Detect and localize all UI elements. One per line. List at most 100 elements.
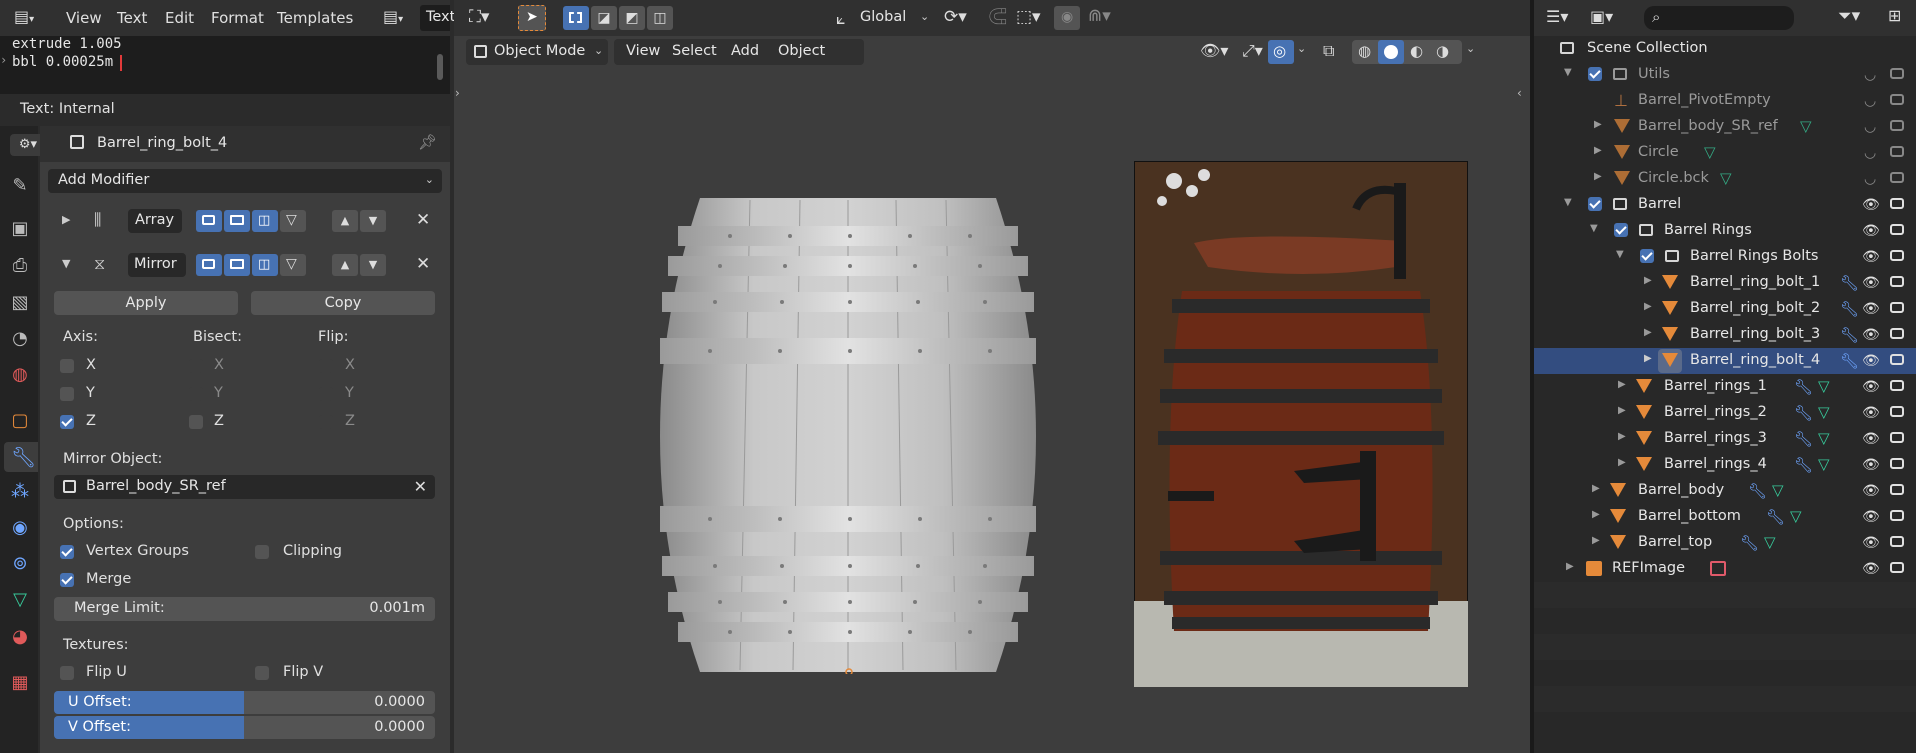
modifier-wrench-icon[interactable]: 🔧︎ (1840, 274, 1859, 292)
eye-icon[interactable]: 👁︎ (1862, 509, 1880, 525)
eye-icon[interactable]: 👁︎ (1862, 249, 1880, 265)
camera-icon[interactable] (1890, 354, 1904, 365)
mirror-move-down[interactable]: ▼ (360, 254, 386, 276)
tab-view-layer[interactable]: ▧ (8, 292, 32, 316)
expand-arrow-icon[interactable]: ▶ (1618, 431, 1626, 442)
proportional-edit-toggle[interactable]: ◉ (1054, 6, 1080, 30)
exclude-checkbox[interactable] (1640, 249, 1654, 263)
tab-object[interactable]: ▢ (8, 410, 32, 434)
menu-templates[interactable]: Templates (277, 0, 353, 36)
material-shading-icon[interactable]: ◐ (1410, 42, 1423, 60)
outliner-item-barrel-ring-bolt-2[interactable]: ▶ Barrel_ring_bolt_2 🔧︎ 👁︎ (1534, 296, 1916, 322)
snap-icon[interactable]: 🧲︎ (987, 7, 1009, 27)
outliner-type-icon[interactable]: ☰▾ (1546, 7, 1568, 26)
outliner-item-barrel-rings-3[interactable]: ▶ Barrel_rings_3 🔧︎ ▽ 👁︎ (1534, 426, 1916, 452)
tab-render[interactable]: ▣ (8, 218, 32, 242)
bisect-x-checkbox[interactable] (189, 359, 203, 373)
camera-icon[interactable] (1890, 250, 1904, 261)
modifier-wrench-icon[interactable]: 🔧︎ (1794, 404, 1813, 422)
eye-icon[interactable]: 👁︎ (1862, 275, 1880, 291)
outliner-item-refimage[interactable]: ▶ REFImage 👁︎ (1534, 556, 1916, 582)
outliner-item-barrel-body[interactable]: ▶ Barrel_body 🔧︎ ▽ 👁︎ (1534, 478, 1916, 504)
reference-image[interactable] (1134, 161, 1468, 687)
collapse-arrow-icon[interactable]: ▼ (62, 257, 70, 270)
eye-icon[interactable]: 👁︎ (1862, 223, 1880, 239)
select-mode-extend[interactable]: ◪ (591, 6, 617, 30)
axis-y-checkbox[interactable] (60, 387, 74, 401)
outliner-item-barrel-body-sr-ref[interactable]: ▶ Barrel_body_SR_ref ▽ ◡ (1534, 114, 1916, 140)
outliner-item-barrel-rings-bolts[interactable]: ▼ Barrel Rings Bolts 👁︎ (1534, 244, 1916, 270)
tab-tool[interactable]: ✎ (8, 175, 32, 199)
text-datablock-icon[interactable]: ▤▾ (383, 8, 417, 28)
camera-icon[interactable] (1890, 536, 1904, 547)
select-mode-intersect[interactable]: ◫ (647, 6, 673, 30)
camera-icon[interactable] (1890, 198, 1904, 209)
modifier-wrench-icon[interactable]: 🔧︎ (1748, 482, 1767, 500)
hidden-eye-icon[interactable]: ◡ (1864, 171, 1876, 187)
outliner-item-utils[interactable]: ▼ Utils ◡ (1534, 62, 1916, 88)
eye-icon[interactable]: 👁︎ (1862, 457, 1880, 473)
u-offset-slider[interactable]: U Offset: 0.0000 (54, 691, 435, 714)
camera-icon[interactable] (1890, 302, 1904, 313)
outliner-item-barrel-rings-2[interactable]: ▶ Barrel_rings_2 🔧︎ ▽ 👁︎ (1534, 400, 1916, 426)
v-offset-slider[interactable]: V Offset: 0.0000 (54, 716, 435, 739)
mesh-data-icon[interactable]: ▽ (1772, 481, 1784, 499)
expand-arrow-icon[interactable]: ▶ (1618, 405, 1626, 416)
array-move-down[interactable]: ▼ (360, 210, 386, 232)
expand-arrow-icon[interactable]: ▼ (1564, 67, 1572, 78)
array-editmode-toggle[interactable]: ◫ (252, 210, 278, 232)
new-collection-icon[interactable]: ⊞ (1888, 6, 1901, 25)
exclude-checkbox[interactable] (1614, 223, 1628, 237)
mirror-editmode-toggle[interactable]: ◫ (252, 254, 278, 276)
outliner-scene-collection[interactable]: Scene Collection (1534, 36, 1916, 62)
mirror-cage-toggle[interactable]: ▽ (280, 254, 306, 276)
clear-icon[interactable]: ✕ (414, 477, 427, 496)
hidden-eye-icon[interactable]: ◡ (1864, 93, 1876, 109)
modifier-wrench-icon[interactable]: 🔧︎ (1840, 352, 1859, 370)
expand-arrow-icon[interactable]: ▶ (1644, 301, 1652, 312)
copy-button[interactable]: Copy (251, 291, 435, 315)
camera-icon[interactable] (1890, 510, 1904, 521)
outliner-item-barrel-rings[interactable]: ▼ Barrel Rings 👁︎ (1534, 218, 1916, 244)
bisect-z-checkbox[interactable] (189, 415, 203, 429)
chevron-down-icon[interactable]: ⌄ (1297, 42, 1306, 55)
mesh-data-icon[interactable]: ▽ (1704, 143, 1716, 161)
camera-icon[interactable] (1890, 224, 1904, 235)
menu-text[interactable]: Text (117, 0, 147, 36)
expand-arrow-icon[interactable]: ▶ (1594, 171, 1602, 182)
transform-orientation-dropdown[interactable]: ⟀ Global ⌄ (828, 5, 934, 31)
mesh-data-icon[interactable]: ▽ (1818, 403, 1830, 421)
hidden-eye-icon[interactable]: ◡ (1864, 119, 1876, 135)
expand-arrow-icon[interactable]: ▶ (1594, 145, 1602, 156)
eye-icon[interactable]: 👁︎ (1862, 353, 1880, 369)
mesh-data-icon[interactable]: ▽ (1818, 429, 1830, 447)
expand-arrow-icon[interactable]: ▶ (1644, 275, 1652, 286)
eye-icon[interactable]: 👁︎ (1862, 379, 1880, 395)
mesh-data-icon[interactable]: ▽ (1764, 533, 1776, 551)
camera-icon[interactable] (1890, 94, 1904, 105)
eye-icon[interactable]: 👁︎ (1862, 535, 1880, 551)
select-tool-button[interactable]: ➤ (518, 5, 546, 31)
tab-data[interactable]: ▽ (8, 589, 32, 613)
eye-icon[interactable]: 👁︎ (1862, 561, 1880, 577)
snap-target-icon[interactable]: ⬚▾ (1016, 7, 1041, 27)
mirror-move-up[interactable]: ▲ (332, 254, 358, 276)
tab-material[interactable]: ◕ (8, 626, 32, 650)
expand-arrow-icon[interactable]: ▼ (1564, 197, 1572, 208)
close-icon[interactable]: ✕ (416, 254, 430, 274)
axis-z-checkbox[interactable] (60, 415, 74, 429)
pin-icon[interactable]: 📌︎ (418, 133, 437, 151)
mirror-object-field[interactable]: Barrel_body_SR_ref ✕ (54, 475, 435, 499)
clipping-checkbox[interactable] (255, 545, 269, 559)
flip-x-checkbox[interactable] (319, 359, 333, 373)
eye-icon[interactable]: 👁︎ (1862, 483, 1880, 499)
menu-format[interactable]: Format (211, 0, 264, 36)
array-render-toggle[interactable] (196, 210, 222, 232)
camera-icon[interactable] (1890, 432, 1904, 443)
vertex-groups-checkbox[interactable] (60, 545, 74, 559)
outliner-item-barrel-top[interactable]: ▶ Barrel_top 🔧︎ ▽ 👁︎ (1534, 530, 1916, 556)
barrel-model[interactable] (660, 196, 1036, 674)
camera-icon[interactable] (1890, 458, 1904, 469)
viewport-menu-select[interactable]: Select (672, 43, 717, 59)
tab-particles[interactable]: ⁂ (8, 481, 32, 505)
